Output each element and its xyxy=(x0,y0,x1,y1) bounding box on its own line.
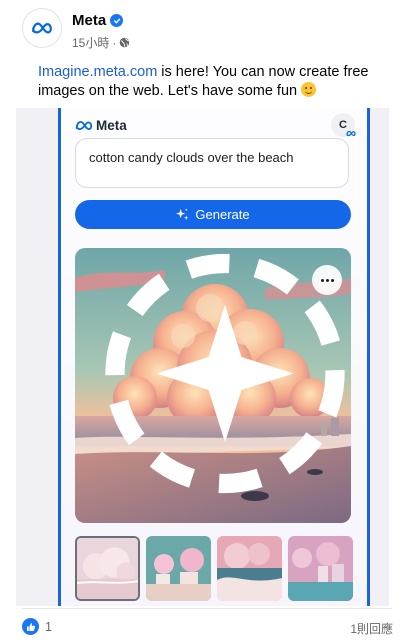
reply-count[interactable]: 1則回應 xyxy=(350,620,393,637)
globe-icon xyxy=(120,37,130,48)
thumbnail-3[interactable] xyxy=(217,536,282,601)
footer-divider xyxy=(22,608,392,609)
post-media[interactable]: Meta C cotton candy clouds over the beac… xyxy=(16,108,389,606)
post-time[interactable]: 15小時 xyxy=(72,34,109,51)
post-caption: Imagine.meta.com is here! You can now cr… xyxy=(38,63,378,101)
meta-logo-icon xyxy=(75,120,93,130)
post-header: Meta 15小時 · xyxy=(22,6,392,50)
caption-link[interactable]: Imagine.meta.com xyxy=(38,64,157,80)
phone-screen: Meta C cotton candy clouds over the beac… xyxy=(58,108,370,606)
thumbnail-2[interactable] xyxy=(146,536,211,601)
prompt-input[interactable]: cotton candy clouds over the beach xyxy=(75,138,349,188)
reaction-summary[interactable]: 1 xyxy=(22,618,52,635)
thumbnail-1[interactable] xyxy=(75,536,140,601)
app-logo: Meta xyxy=(75,118,127,133)
name-row: Meta xyxy=(72,12,130,29)
like-icon xyxy=(22,618,39,635)
app-brand: Meta xyxy=(96,117,127,133)
user-avatar[interactable]: C xyxy=(331,113,356,137)
sparkle-icon xyxy=(176,208,189,221)
meta-logo-icon xyxy=(32,22,52,34)
reaction-count: 1 xyxy=(45,619,52,634)
separator-dot: · xyxy=(112,35,117,50)
header-text: Meta 15小時 · xyxy=(72,6,130,51)
meta-logo-icon xyxy=(346,130,356,137)
animate-icon[interactable] xyxy=(87,248,351,511)
verified-badge-icon xyxy=(110,14,124,27)
generate-button[interactable]: Generate xyxy=(75,200,351,229)
page-avatar[interactable] xyxy=(22,8,62,48)
app-bar: Meta C xyxy=(75,113,356,137)
generated-image[interactable] xyxy=(75,248,351,523)
page-name[interactable]: Meta xyxy=(72,12,106,29)
winking-face-emoji-icon xyxy=(301,82,317,97)
post-meta: 15小時 · xyxy=(72,34,130,51)
thumbnail-strip xyxy=(75,536,365,606)
thumbnail-4[interactable] xyxy=(288,536,353,601)
generate-label: Generate xyxy=(195,207,250,222)
